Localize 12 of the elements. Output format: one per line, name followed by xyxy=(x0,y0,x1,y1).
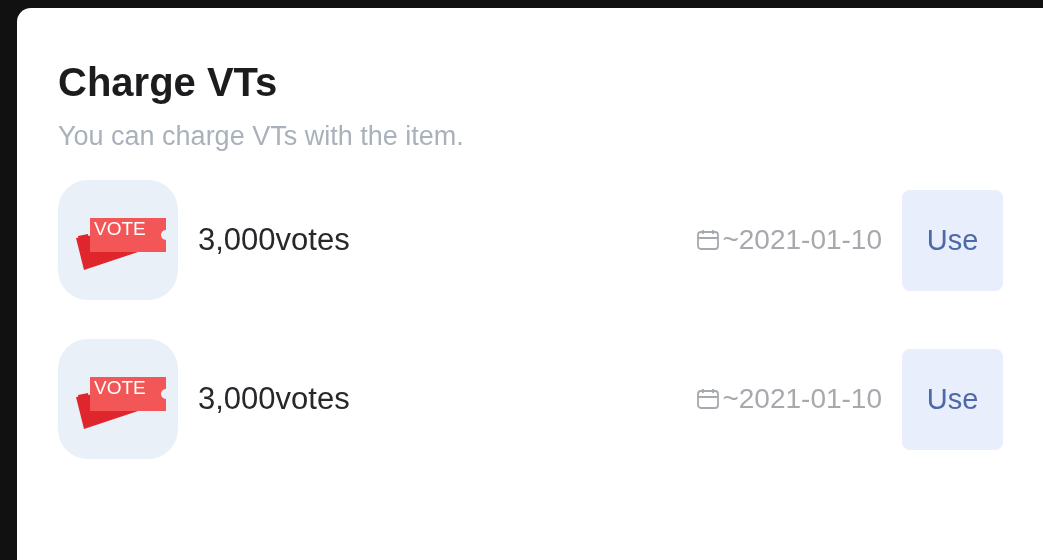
subtitle: You can charge VTs with the item. xyxy=(58,120,465,152)
calendar-icon xyxy=(696,387,721,411)
ticket-label: VOTE xyxy=(94,218,146,240)
vote-amount: 3,000votes xyxy=(198,222,351,258)
vote-amount: 3,000votes xyxy=(198,381,351,417)
expiry-date: ~2021-01-10 xyxy=(722,224,882,256)
calendar-icon xyxy=(696,228,721,252)
use-button[interactable]: Use xyxy=(902,348,1003,450)
expiry-date: ~2021-01-10 xyxy=(722,383,882,415)
title: Charge VTs xyxy=(58,59,279,106)
use-button[interactable]: Use xyxy=(902,189,1003,291)
ticket-label: VOTE xyxy=(94,377,146,399)
